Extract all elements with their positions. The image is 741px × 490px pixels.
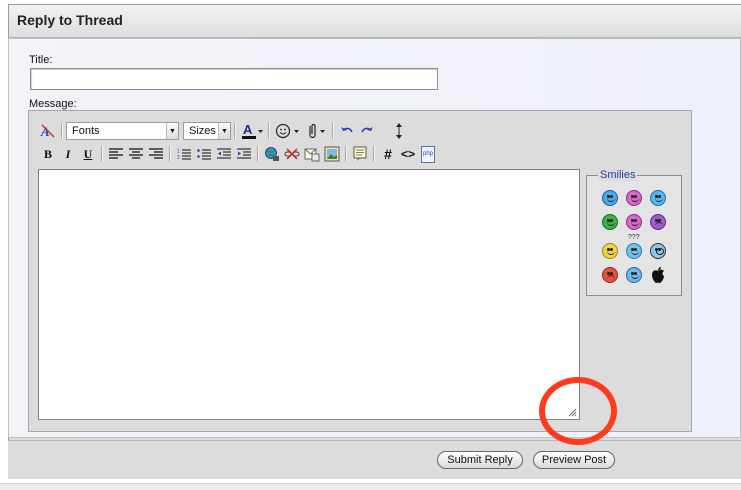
panel-title: Reply to Thread (17, 12, 123, 28)
bold-button[interactable]: B (38, 144, 58, 164)
undo-button[interactable] (337, 121, 357, 141)
globe-link-icon (265, 147, 279, 161)
toolbar-separator (345, 146, 347, 162)
smilie-menu-button[interactable] (273, 121, 303, 141)
wrap-php-button[interactable]: php (418, 144, 438, 164)
align-center-button[interactable] (126, 144, 146, 164)
svg-text:2: 2 (177, 155, 180, 160)
align-center-icon (129, 148, 143, 159)
remove-link-button[interactable] (282, 144, 302, 164)
toolbar-separator (169, 146, 171, 162)
form-actions-bar (8, 440, 741, 479)
title-input[interactable] (30, 68, 438, 90)
preview-post-button[interactable]: Preview Post (533, 451, 615, 469)
font-select-value: Fonts (72, 125, 100, 137)
unlink-icon (284, 148, 300, 160)
resize-toggle-button[interactable] (389, 121, 409, 141)
smiley-tongue[interactable] (626, 190, 642, 206)
redo-icon (361, 127, 373, 133)
paperclip-icon (309, 123, 325, 139)
unordered-list-button[interactable] (194, 144, 214, 164)
align-left-button[interactable] (106, 144, 126, 164)
toolbar-separator (257, 146, 259, 162)
smiley-smile-pink[interactable] (626, 214, 642, 230)
smiley-smile[interactable] (602, 243, 618, 259)
remove-format-icon: A (40, 124, 55, 139)
chevron-down-icon: ▼ (218, 123, 230, 139)
smilies-legend: Smilies (598, 169, 638, 181)
smiley-icon (275, 123, 299, 139)
unordered-list-icon (197, 149, 211, 160)
svg-text:A: A (243, 122, 253, 137)
size-select[interactable]: Sizes ▼ (183, 122, 231, 140)
email-icon (304, 148, 320, 162)
indent-icon (237, 148, 251, 159)
wrap-code-button[interactable]: # (378, 144, 398, 164)
italic-button[interactable]: I (58, 144, 78, 164)
insert-email-button[interactable] (302, 144, 322, 164)
apple-icon[interactable] (650, 266, 666, 284)
toolbar-separator (101, 146, 103, 162)
text-color-icon: A (242, 122, 263, 139)
submit-reply-button[interactable]: Submit Reply (437, 451, 523, 469)
toolbar-separator (61, 123, 63, 139)
outdent-icon (217, 148, 231, 159)
outdent-button[interactable] (214, 144, 234, 164)
smiley-wink[interactable] (650, 190, 666, 206)
insert-link-button[interactable] (262, 144, 282, 164)
insert-image-button[interactable] (322, 144, 342, 164)
undo-icon (341, 127, 353, 133)
align-right-button[interactable] (146, 144, 166, 164)
chevron-down-icon: ▼ (166, 123, 178, 139)
title-label: Title: (29, 54, 53, 66)
smiley-mad[interactable] (602, 267, 618, 283)
toolbar-row-2: B I U 12 # <> php (38, 144, 438, 164)
php-icon: php (421, 145, 435, 163)
wrap-html-button[interactable]: <> (398, 144, 418, 164)
indent-button[interactable] (234, 144, 254, 164)
smiley-shocked[interactable] (650, 243, 666, 259)
message-label: Message: (29, 98, 77, 110)
toolbar-row-1: A Fonts ▼ Sizes ▼ A (38, 121, 409, 141)
text-color-button[interactable]: A (239, 121, 265, 141)
expand-vertical-icon (396, 123, 402, 139)
smiley-confused[interactable] (626, 243, 642, 259)
message-textarea[interactable] (38, 169, 580, 420)
ordered-list-icon: 12 (177, 149, 191, 160)
size-select-value: Sizes (189, 125, 216, 137)
smiley-cool[interactable] (602, 190, 618, 206)
toolbar-separator (332, 123, 334, 139)
smiley-frown[interactable] (650, 214, 666, 230)
image-icon (324, 146, 340, 162)
quote-icon (353, 146, 367, 161)
panel-header: Reply to Thread (9, 5, 741, 38)
toolbar-separator (373, 146, 375, 162)
confused-marks: ??? (628, 234, 640, 241)
smiley-grin[interactable] (602, 214, 618, 230)
align-left-icon (109, 148, 123, 159)
align-right-icon (149, 148, 163, 159)
ordered-list-button[interactable]: 12 (174, 144, 194, 164)
toolbar-separator (234, 123, 236, 139)
font-select[interactable]: Fonts ▼ (66, 122, 179, 140)
remove-format-button[interactable]: A (38, 121, 58, 141)
redo-button[interactable] (357, 121, 377, 141)
annotation-circle (539, 377, 617, 445)
attachment-button[interactable] (303, 121, 329, 141)
underline-button[interactable]: U (78, 144, 98, 164)
quote-button[interactable] (350, 144, 370, 164)
toolbar-separator (268, 123, 270, 139)
smiley-rolleyes[interactable] (626, 267, 642, 283)
